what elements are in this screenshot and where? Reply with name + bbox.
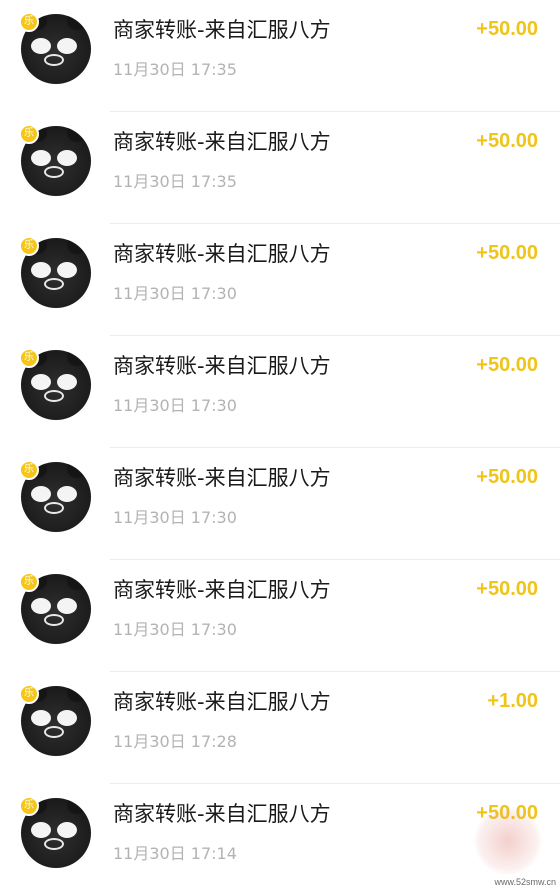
transaction-row[interactable]: 乐 商家转账-来自汇服八方 11月30日 17:35 +50.00	[0, 0, 560, 112]
pay-badge-icon: 乐	[19, 684, 39, 704]
pay-badge-icon: 乐	[19, 460, 39, 480]
transaction-row[interactable]: 乐 商家转账-来自汇服八方 11月30日 17:35 +50.00	[0, 112, 560, 224]
pay-badge-icon: 乐	[19, 796, 39, 816]
watermark-text: www.52smw.cn	[494, 877, 556, 887]
transaction-title: 商家转账-来自汇服八方	[113, 578, 331, 602]
transaction-title: 商家转账-来自汇服八方	[113, 354, 331, 378]
transaction-row[interactable]: 乐 商家转账-来自汇服八方 11月30日 17:30 +50.00	[0, 336, 560, 448]
transaction-amount: +50.00	[476, 242, 538, 264]
transaction-amount: +1.00	[487, 690, 538, 712]
transaction-time: 11月30日 17:35	[113, 60, 237, 79]
transaction-time: 11月30日 17:28	[113, 732, 237, 751]
pay-badge-icon: 乐	[19, 12, 39, 32]
transaction-time: 11月30日 17:35	[113, 172, 237, 191]
transaction-time: 11月30日 17:14	[113, 844, 237, 863]
transaction-amount: +50.00	[476, 466, 538, 488]
transaction-title: 商家转账-来自汇服八方	[113, 802, 331, 826]
transaction-title: 商家转账-来自汇服八方	[113, 466, 331, 490]
transaction-time: 11月30日 17:30	[113, 396, 237, 415]
transaction-list: 乐 商家转账-来自汇服八方 11月30日 17:35 +50.00 乐 商家转账…	[0, 0, 560, 889]
transaction-amount: +50.00	[476, 130, 538, 152]
pay-badge-icon: 乐	[19, 236, 39, 256]
transaction-row[interactable]: 乐 商家转账-来自汇服八方 11月30日 17:30 +50.00	[0, 448, 560, 560]
transaction-title: 商家转账-来自汇服八方	[113, 130, 331, 154]
transaction-time: 11月30日 17:30	[113, 620, 237, 639]
pay-badge-icon: 乐	[19, 124, 39, 144]
transaction-time: 11月30日 17:30	[113, 508, 237, 527]
transaction-amount: +50.00	[476, 578, 538, 600]
transaction-row[interactable]: 乐 商家转账-来自汇服八方 11月30日 17:28 +1.00	[0, 672, 560, 784]
transaction-amount: +50.00	[476, 354, 538, 376]
transaction-amount: +50.00	[476, 18, 538, 40]
transaction-title: 商家转账-来自汇服八方	[113, 242, 331, 266]
pay-badge-icon: 乐	[19, 572, 39, 592]
transaction-row[interactable]: 乐 商家转账-来自汇服八方 11月30日 17:30 +50.00	[0, 224, 560, 336]
transaction-time: 11月30日 17:30	[113, 284, 237, 303]
transaction-title: 商家转账-来自汇服八方	[113, 690, 331, 714]
watermark-seal	[474, 807, 542, 875]
transaction-title: 商家转账-来自汇服八方	[113, 18, 331, 42]
pay-badge-icon: 乐	[19, 348, 39, 368]
transaction-row[interactable]: 乐 商家转账-来自汇服八方 11月30日 17:30 +50.00	[0, 560, 560, 672]
